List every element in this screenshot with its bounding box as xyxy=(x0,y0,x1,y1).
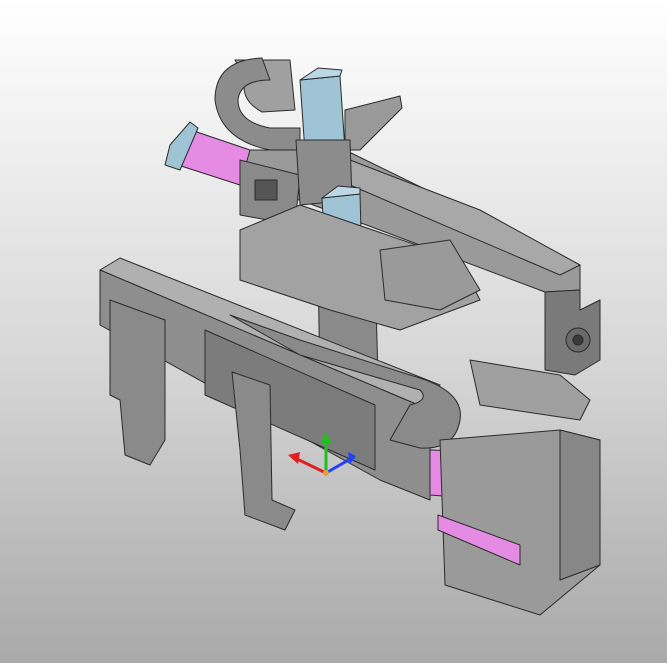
x-axis-arrow xyxy=(294,456,327,475)
end-motor-hole xyxy=(572,334,584,346)
left-leg xyxy=(109,299,166,466)
mount-window xyxy=(254,179,278,201)
z-axis-arrow xyxy=(325,456,353,475)
top-bracket xyxy=(344,95,403,151)
electrical-box-side xyxy=(559,429,601,581)
3d-viewport[interactable] xyxy=(0,0,667,663)
x-axis-head xyxy=(288,452,300,464)
cad-model[interactable] xyxy=(0,0,667,663)
triad-origin xyxy=(323,470,329,476)
